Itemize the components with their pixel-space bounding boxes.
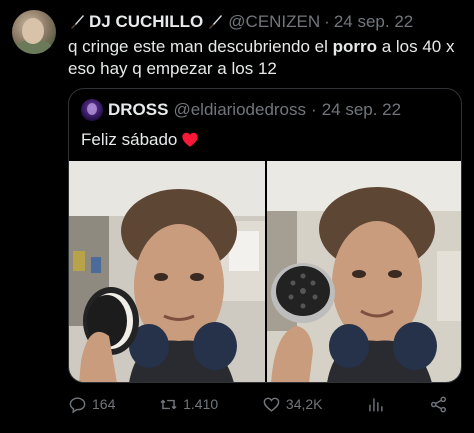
quoted-tweet[interactable]: DROSS @eldiariodedross · 24 sep. 22 Feli… — [68, 88, 462, 383]
views-icon — [369, 397, 383, 412]
quoted-author-avatar — [81, 99, 103, 121]
tweet-date[interactable]: 24 sep. 22 — [334, 12, 413, 32]
tweet-header: DJ CUCHILLO @CENIZEN · 24 sep. 22 — [68, 11, 462, 33]
like-icon — [263, 397, 280, 412]
author-name: DJ CUCHILLO — [89, 12, 204, 31]
quoted-author-handle: @eldiariodedross — [173, 100, 307, 119]
quoted-text: Feliz sábado — [81, 129, 199, 151]
reply-icon — [69, 396, 86, 413]
reply-count: 164 — [92, 396, 116, 412]
reply-button[interactable]: 164 — [68, 395, 115, 414]
author-avatar[interactable] — [12, 10, 56, 54]
separator-dot: · — [311, 100, 317, 119]
photo-cookie-image — [69, 161, 265, 382]
like-count: 34,2K — [285, 396, 323, 412]
quoted-date: 24 sep. 22 — [321, 100, 402, 119]
quoted-media — [69, 161, 461, 382]
quoted-text-content: Feliz sábado — [81, 130, 178, 149]
retweet-icon — [160, 399, 177, 409]
heart-emoji-icon — [182, 132, 199, 147]
knife-icon — [71, 15, 84, 29]
retweet-button[interactable]: 1.410 — [159, 395, 218, 414]
quoted-author-name: DROSS — [108, 100, 169, 119]
share-icon — [430, 396, 447, 412]
tweet-text-bold: porro — [332, 37, 377, 56]
share-button[interactable] — [429, 395, 448, 414]
views-button[interactable] — [366, 395, 385, 414]
photo-grinder-image — [267, 161, 461, 382]
separator-dot: · — [324, 12, 330, 31]
photo-grinder[interactable] — [267, 161, 461, 382]
tweet-text-part: q cringe este man descubriendo el — [68, 37, 333, 56]
like-button[interactable]: 34,2K — [262, 395, 323, 414]
photo-cookie[interactable] — [69, 161, 265, 382]
quoted-header: DROSS @eldiariodedross · 24 sep. 22 — [81, 99, 401, 121]
author-name-wrap[interactable]: DJ CUCHILLO — [68, 12, 224, 32]
author-handle[interactable]: @CENIZEN — [228, 12, 320, 32]
tweet-actions: 164 1.410 34,2K — [68, 393, 462, 415]
retweet-count: 1.410 — [183, 396, 219, 412]
tweet-text: q cringe este man descubriendo el porro … — [68, 36, 462, 80]
knife-icon — [209, 15, 223, 29]
